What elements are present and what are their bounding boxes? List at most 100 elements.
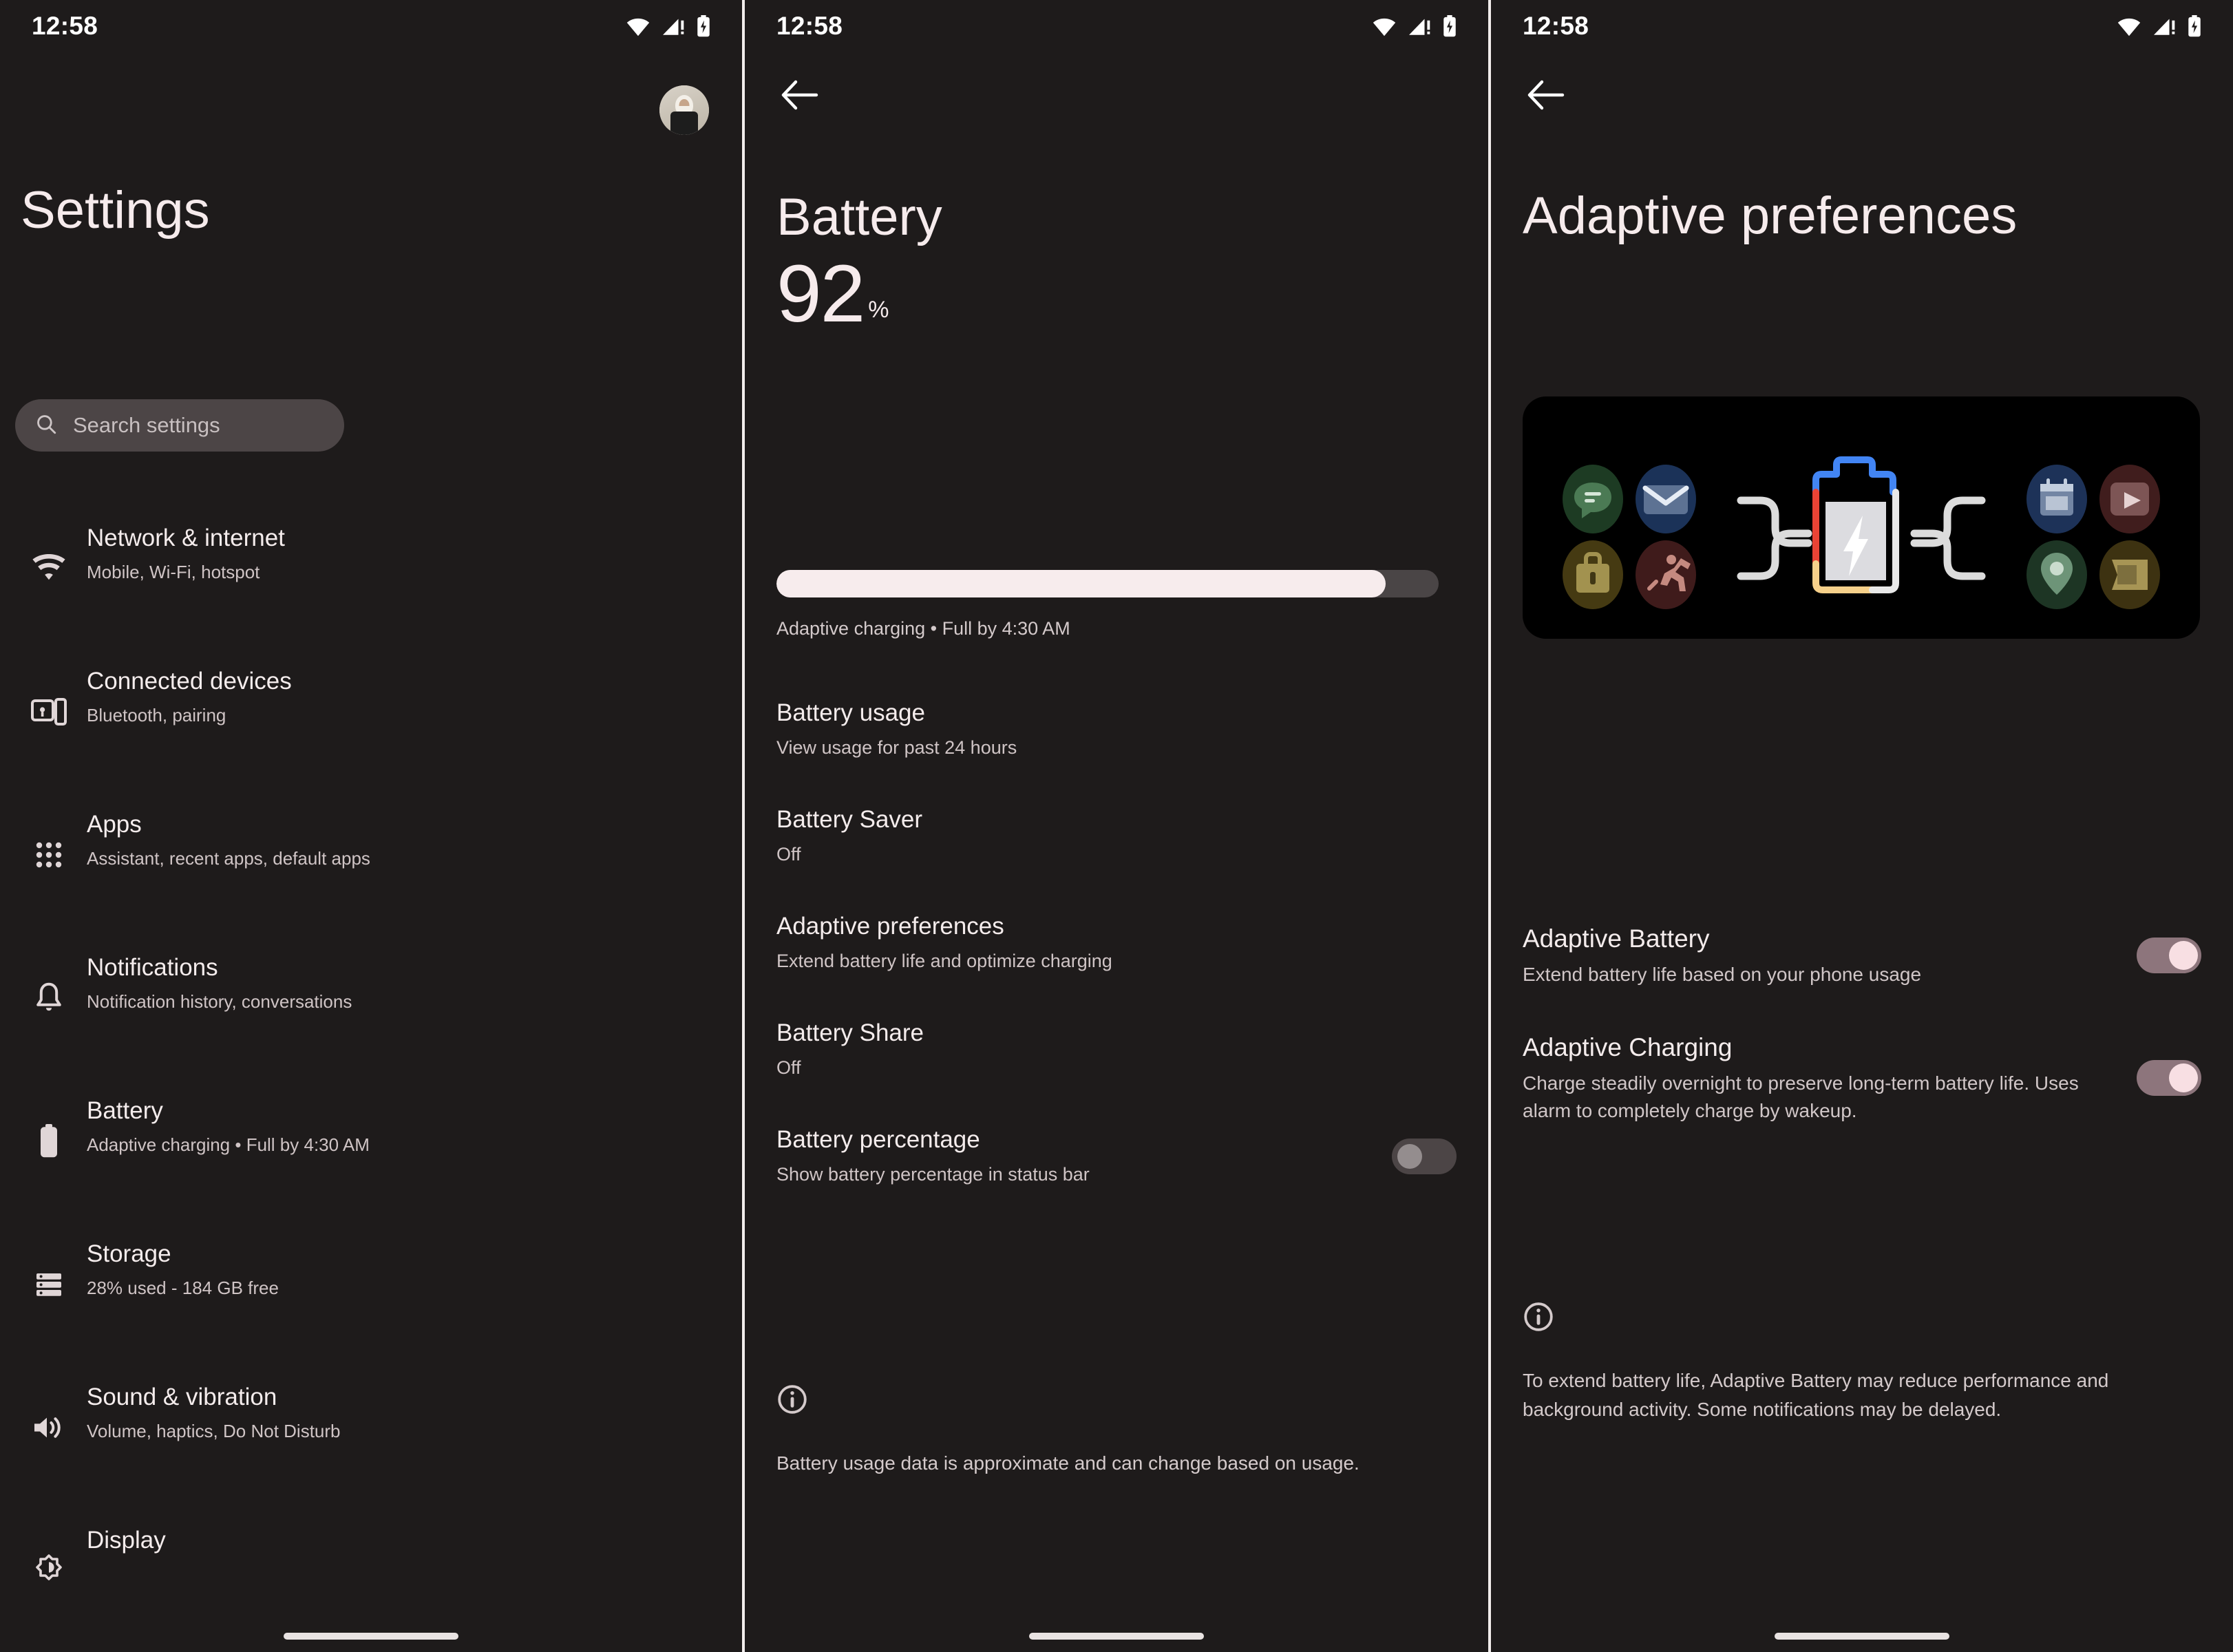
gesture-home-bar[interactable] [284, 1633, 458, 1640]
search-placeholder: Search settings [73, 413, 220, 437]
toggle-knob [1397, 1143, 1422, 1169]
page-title: Battery [776, 188, 942, 246]
toggle-knob [2169, 941, 2198, 970]
display-brightness-icon [23, 1499, 74, 1642]
sidebar-item-text: Sound & vibration Volume, haptics, Do No… [74, 1356, 341, 1444]
wifi-icon [1371, 16, 1397, 36]
preference-text: Adaptive Battery Extend battery life bas… [1523, 922, 2116, 988]
preference-title: Adaptive Battery [1523, 924, 1710, 953]
sidebar-item-subtitle: Mobile, Wi-Fi, hotspot [87, 562, 260, 582]
battery-bolt-icon [1812, 456, 1899, 593]
battery-level: 92 % [776, 248, 889, 339]
option-title: Battery Saver [776, 806, 923, 833]
account-avatar[interactable] [659, 85, 709, 135]
back-button[interactable] [775, 72, 825, 121]
status-bar-clock: 12:58 [32, 12, 98, 40]
sidebar-item-title: Storage [87, 1240, 171, 1267]
search-input[interactable]: Search settings [15, 399, 344, 452]
option-title: Battery Share [776, 1019, 924, 1046]
search-icon [34, 412, 58, 439]
adaptive-preferences-screen: 12:58 Adaptive preferences Adaptive Batt… [1491, 0, 2233, 1652]
status-bar-icons [1371, 15, 1458, 37]
settings-screen: 12:58 Settings Search settings Network &… [0, 0, 742, 1652]
battery-progress-fill [776, 570, 1386, 597]
sidebar-item-text: Network & internet Mobile, Wi-Fi, hotspo… [74, 497, 285, 585]
back-button[interactable] [1521, 72, 1571, 121]
sidebar-item-storage[interactable]: Storage 28% used - 184 GB free [0, 1213, 742, 1356]
status-bar-clock: 12:58 [1523, 12, 1589, 40]
app-icon-messages [1563, 465, 1623, 533]
settings-list: Network & internet Mobile, Wi-Fi, hotspo… [0, 497, 742, 1642]
three-screen-comparison: 12:58 Settings Search settings Network &… [0, 0, 2233, 1652]
app-icon-gmail [1636, 465, 1696, 533]
cellular-signal-icon [1407, 16, 1432, 36]
sidebar-item-battery[interactable]: Battery Adaptive charging • Full by 4:30… [0, 1070, 742, 1213]
status-bar-icons [625, 15, 712, 37]
sidebar-item-title: Battery [87, 1097, 163, 1124]
arrow-left-icon [781, 79, 819, 114]
option-title: Battery usage [776, 699, 925, 726]
status-bar: 12:58 [0, 0, 742, 52]
adaptive-battery-toggle[interactable] [2137, 938, 2201, 973]
battery-level-value: 92 [776, 248, 865, 339]
option-battery-percentage[interactable]: Battery percentage Show battery percenta… [745, 1101, 1488, 1208]
sidebar-item-subtitle: 28% used - 184 GB free [87, 1278, 279, 1298]
preference-subtitle: Extend battery life based on your phone … [1523, 964, 1922, 985]
gesture-home-bar[interactable] [1775, 1633, 1949, 1640]
status-bar: 12:58 [745, 0, 1488, 52]
gesture-home-bar[interactable] [1029, 1633, 1204, 1640]
sidebar-item-title: Connected devices [87, 668, 292, 695]
sidebar-item-sound[interactable]: Sound & vibration Volume, haptics, Do No… [0, 1356, 742, 1499]
sidebar-item-subtitle: Volume, haptics, Do Not Disturb [87, 1421, 341, 1441]
battery-screen: 12:58 Battery 92 % Adaptive charging • F… [745, 0, 1488, 1652]
connected-devices-icon [23, 640, 74, 783]
sidebar-item-network[interactable]: Network & internet Mobile, Wi-Fi, hotspo… [0, 497, 742, 640]
status-bar-clock: 12:58 [776, 12, 843, 40]
battery-options-list: Battery usage View usage for past 24 hou… [745, 675, 1488, 1208]
info-icon [1523, 1301, 2201, 1336]
option-subtitle: Extend battery life and optimize chargin… [776, 951, 1112, 971]
sidebar-item-connected-devices[interactable]: Connected devices Bluetooth, pairing [0, 640, 742, 783]
apps-grid-icon [23, 783, 74, 926]
sidebar-item-subtitle: Assistant, recent apps, default apps [87, 848, 370, 869]
adaptive-footer-text: To extend battery life, Adaptive Battery… [1523, 1370, 2109, 1420]
info-icon [776, 1384, 1457, 1419]
option-title: Battery percentage [776, 1126, 980, 1153]
avatar-body [670, 112, 698, 135]
sidebar-item-subtitle: Adaptive charging • Full by 4:30 AM [87, 1134, 370, 1155]
option-title: Adaptive preferences [776, 913, 1004, 940]
adaptive-charging-toggle[interactable] [2137, 1060, 2201, 1096]
wifi-icon [23, 497, 74, 640]
wifi-icon [2116, 16, 2142, 36]
option-subtitle: Off [776, 1057, 801, 1078]
sidebar-item-apps[interactable]: Apps Assistant, recent apps, default app… [0, 783, 742, 926]
battery-charging-icon [695, 15, 712, 37]
page-title: Settings [21, 181, 210, 240]
option-subtitle: View usage for past 24 hours [776, 737, 1017, 758]
wifi-icon [625, 16, 651, 36]
option-subtitle: Off [776, 844, 801, 865]
preference-text: Adaptive Charging Charge steadily overni… [1523, 1031, 2116, 1125]
page-title: Adaptive preferences [1523, 187, 2018, 245]
battery-charging-icon [2186, 15, 2203, 37]
sidebar-item-title: Network & internet [87, 525, 285, 551]
sidebar-item-title: Sound & vibration [87, 1384, 277, 1410]
preference-adaptive-battery[interactable]: Adaptive Battery Extend battery life bas… [1523, 922, 2201, 988]
sidebar-item-display[interactable]: Display [0, 1499, 742, 1642]
sidebar-item-title: Display [87, 1527, 166, 1554]
sidebar-item-notifications[interactable]: Notifications Notification history, conv… [0, 926, 742, 1070]
battery-charging-icon [1441, 15, 1458, 37]
sidebar-item-subtitle: Notification history, conversations [87, 991, 352, 1012]
option-battery-saver[interactable]: Battery Saver Off [745, 781, 1488, 888]
preference-adaptive-charging[interactable]: Adaptive Charging Charge steadily overni… [1523, 1031, 2201, 1125]
option-battery-usage[interactable]: Battery usage View usage for past 24 hou… [745, 675, 1488, 781]
adaptive-footer-info: To extend battery life, Adaptive Battery… [1523, 1301, 2201, 1424]
battery-footer-info: Battery usage data is approximate and ca… [776, 1384, 1457, 1478]
app-icon-calendar [2026, 465, 2087, 533]
option-adaptive-preferences[interactable]: Adaptive preferences Extend battery life… [745, 888, 1488, 995]
battery-percentage-toggle[interactable] [1392, 1138, 1457, 1174]
option-battery-percentage-text: Battery percentage Show battery percenta… [776, 1125, 1090, 1187]
option-battery-share[interactable]: Battery Share Off [745, 995, 1488, 1101]
app-icon-play-video [2099, 465, 2160, 533]
option-subtitle: Show battery percentage in status bar [776, 1164, 1090, 1185]
